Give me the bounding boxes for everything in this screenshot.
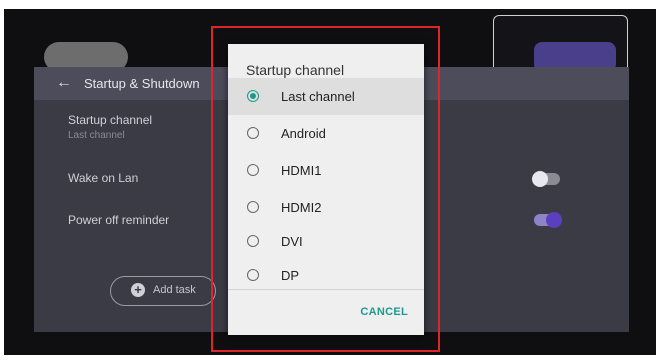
panel-title: Startup & Shutdown: [84, 76, 200, 91]
option-label: DP: [281, 268, 300, 283]
startup-channel-dialog: Startup channel Last channel Android HDM…: [228, 44, 424, 335]
radio-unchecked-icon: [247, 269, 259, 281]
option-dvi[interactable]: DVI: [228, 223, 424, 260]
option-label: HDMI1: [281, 163, 322, 178]
radio-unchecked-icon: [247, 164, 259, 176]
radio-unchecked-icon: [247, 127, 259, 139]
option-hdmi2[interactable]: HDMI2: [228, 189, 424, 226]
option-android[interactable]: Android: [228, 115, 424, 152]
radio-checked-icon: [247, 90, 259, 102]
option-last-channel[interactable]: Last channel: [228, 78, 424, 115]
back-arrow-icon[interactable]: ←: [54, 73, 74, 93]
radio-unchecked-icon: [247, 235, 259, 247]
dialog-title: Startup channel: [246, 62, 345, 78]
add-task-button[interactable]: + Add task: [110, 276, 216, 306]
radio-unchecked-icon: [247, 201, 259, 213]
dialog-divider: [228, 289, 424, 290]
option-label: Last channel: [281, 89, 355, 104]
add-task-label: Add task: [153, 284, 196, 296]
power-off-reminder-toggle[interactable]: [534, 212, 562, 228]
option-label: HDMI2: [281, 200, 322, 215]
option-label: Android: [281, 126, 326, 141]
option-hdmi1[interactable]: HDMI1: [228, 152, 424, 189]
toggle-knob: [532, 171, 548, 187]
cancel-button[interactable]: CANCEL: [360, 306, 408, 318]
plus-icon: +: [131, 283, 145, 297]
toggle-knob: [546, 212, 562, 228]
option-label: DVI: [281, 234, 303, 249]
wake-on-lan-toggle[interactable]: [532, 171, 560, 187]
